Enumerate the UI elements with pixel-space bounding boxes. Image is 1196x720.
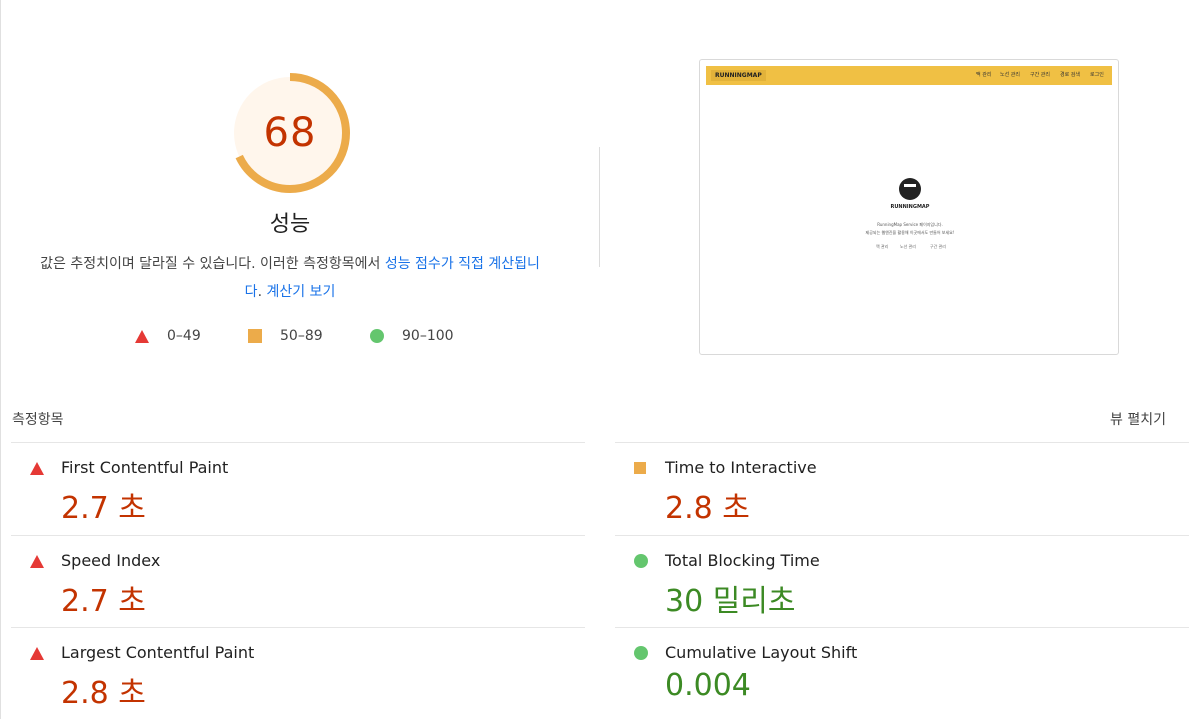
thumb-brand: RUNNINGMAP: [890, 204, 930, 210]
score-legend: 0–49 50–89 90–100: [0, 326, 590, 346]
expand-view-toggle[interactable]: 뷰 펼치기: [1110, 409, 1166, 429]
metric-lcp: Largest Contentful Paint 2.8 초: [11, 627, 585, 720]
metric-cls: Cumulative Layout Shift 0.004: [615, 627, 1189, 720]
metric-value: 2.8 초: [665, 491, 750, 526]
metric-tti: Time to Interactive 2.8 초: [615, 442, 1189, 535]
metric-value: 0.004: [665, 668, 751, 703]
gauge-description-text: 값은 추정치이며 달라질 수 있습니다. 이러한 측정항목에서: [40, 256, 385, 272]
runner-logo-icon: [899, 178, 921, 200]
final-screenshot[interactable]: RUNNINGMAP 맥 관리 노선 관리 구간 관리 경로 검색 로그인 RU…: [699, 59, 1119, 355]
metric-value: 2.8 초: [61, 676, 146, 711]
thumb-nav-item: 로그인: [1090, 72, 1104, 78]
legend-pass: 90–100: [370, 326, 454, 346]
thumb-nav-item: 노선 관리: [1000, 72, 1020, 78]
thumb-intro-line2: 제공되는 웹엔진을 활용해 이곳에서도 만들어 보세요!: [865, 230, 955, 235]
thumb-nav-item: 경로 검색: [1060, 72, 1080, 78]
triangle-icon: [30, 555, 44, 568]
metric-value: 2.7 초: [61, 491, 146, 526]
metric-name: Total Blocking Time: [665, 551, 820, 570]
circle-icon: [634, 646, 648, 660]
triangle-icon: [30, 462, 44, 475]
legend-pass-range: 90–100: [402, 328, 454, 344]
thumb-link: 구간 관리: [930, 244, 946, 249]
thumb-link: 맥 관리: [876, 244, 889, 249]
thumb-nav-item: 맥 관리: [976, 72, 992, 78]
thumb-intro: RunningMap Service 페이지입니다. 제공되는 웹엔진을 활용해…: [820, 221, 1000, 237]
metric-name: Largest Contentful Paint: [61, 643, 255, 662]
square-icon: [634, 462, 646, 474]
metrics-title: 측정항목: [12, 412, 64, 428]
metric-si: Speed Index 2.7 초: [11, 535, 585, 628]
circle-icon: [370, 329, 384, 343]
triangle-icon: [135, 329, 149, 343]
metric-name: First Contentful Paint: [61, 458, 229, 477]
circle-icon: [634, 554, 648, 568]
triangle-icon: [30, 647, 44, 660]
metric-value: 30 밀리초: [665, 584, 796, 619]
thumb-nav-item: 구간 관리: [1030, 72, 1050, 78]
metric-name: Time to Interactive: [665, 458, 817, 477]
metric-name: Speed Index: [61, 551, 161, 570]
thumb-intro-line1: RunningMap Service 페이지입니다.: [877, 222, 943, 227]
thumb-logo: RUNNINGMAP: [711, 70, 766, 81]
thumb-header: RUNNINGMAP 맥 관리 노선 관리 구간 관리 경로 검색 로그인: [706, 66, 1112, 85]
metric-tbt: Total Blocking Time 30 밀리초: [615, 535, 1189, 628]
square-icon: [248, 329, 262, 343]
legend-fail: 0–49: [135, 326, 201, 346]
gauge-title: 성능: [269, 212, 311, 237]
metric-name: Cumulative Layout Shift: [665, 643, 858, 662]
legend-average: 50–89: [248, 326, 323, 346]
gauge-description: 값은 추정치이며 달라질 수 있습니다. 이러한 측정항목에서 성능 점수가 직…: [40, 250, 540, 306]
calculator-link[interactable]: 계산기 보기: [266, 284, 335, 300]
performance-gauge: 68: [230, 73, 350, 193]
metric-value: 2.7 초: [61, 584, 146, 619]
left-border: [0, 0, 1, 719]
legend-average-range: 50–89: [280, 328, 323, 344]
vertical-divider: [599, 147, 600, 267]
metric-fcp: First Contentful Paint 2.7 초: [11, 442, 585, 535]
legend-fail-range: 0–49: [167, 328, 201, 344]
performance-score: 68: [263, 110, 317, 156]
thumb-link: 노선 관리: [900, 244, 916, 249]
